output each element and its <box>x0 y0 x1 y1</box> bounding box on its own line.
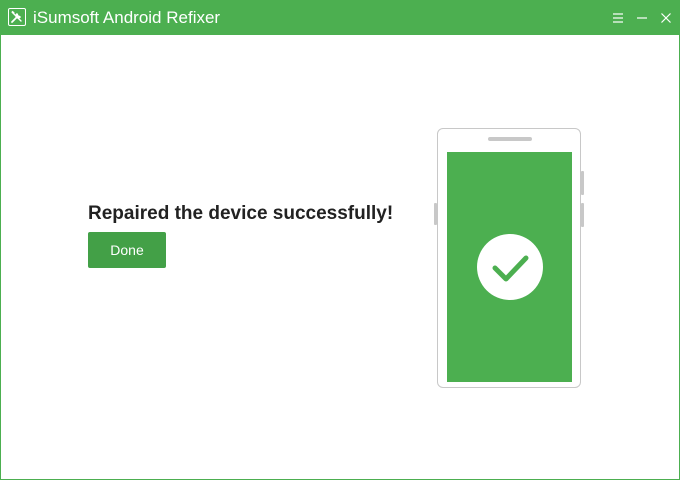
done-button[interactable]: Done <box>88 232 166 268</box>
success-message: Repaired the device successfully! <box>88 203 394 224</box>
phone-volume-button <box>581 171 584 195</box>
phone-power-button <box>581 203 584 227</box>
title-bar[interactable]: iSumsoft Android Refixer <box>1 1 679 35</box>
tools-icon <box>8 8 26 26</box>
minimize-icon[interactable] <box>633 9 651 27</box>
app-window: iSumsoft Android Refixer Repaired the de… <box>0 0 680 480</box>
phone-illustration <box>437 128 581 388</box>
phone-speaker <box>488 137 532 141</box>
menu-icon[interactable] <box>609 9 627 27</box>
window-title: iSumsoft Android Refixer <box>33 8 221 27</box>
phone-screen <box>447 152 572 382</box>
close-icon[interactable] <box>657 9 675 27</box>
checkmark-icon <box>492 255 529 282</box>
success-badge <box>477 234 543 300</box>
